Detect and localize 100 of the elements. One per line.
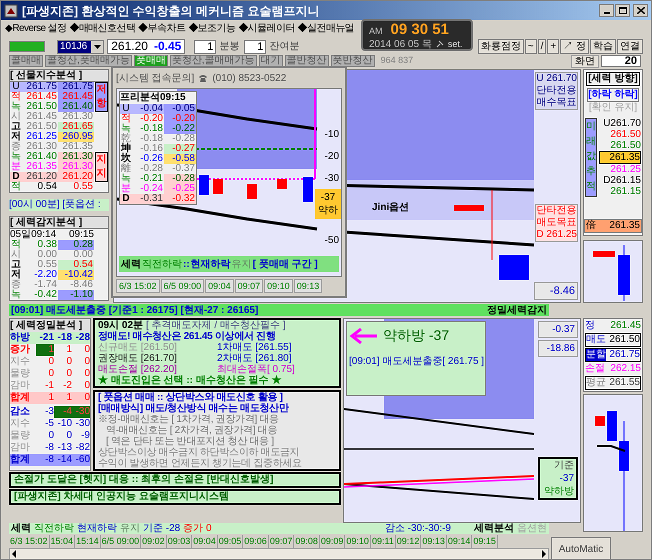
signal-text: [09:01] 매도세분출중 [기준1 : 26175] [현재-27 : 26165]: [11, 304, 258, 318]
toolbar-button[interactable]: ~: [524, 39, 537, 54]
value-cell-text: -30: [74, 418, 90, 430]
value-cell-text: 0: [47, 356, 54, 368]
value-cell-text: 1: [65, 344, 72, 356]
value-cell-text: 1: [65, 392, 72, 404]
price-target: 신규매도 [261.50]: [98, 342, 178, 353]
forecast-value: 261.50: [609, 140, 641, 151]
menu-item[interactable]: ◆부속차트: [138, 24, 186, 34]
candle: [499, 255, 529, 280]
value-cell: -0.32: [164, 194, 196, 204]
header-cell-text: 09:15: [68, 229, 94, 240]
reading-box: -18.86: [538, 340, 578, 357]
clock-time: 09 30 51: [390, 22, 449, 38]
toolbar-button[interactable]: 화룡점정: [478, 39, 524, 54]
mode-button[interactable]: 풋반청산: [330, 55, 375, 67]
row-label: 합계: [10, 454, 31, 466]
footer-text: 현재하락: [77, 523, 117, 534]
maximize-button[interactable]: [615, 4, 630, 17]
value-cell-text: 0: [83, 344, 90, 356]
automatic-button[interactable]: AutoMatic: [551, 537, 611, 559]
row-label: 녹: [10, 152, 22, 162]
toolbar-button[interactable]: ↗ 정: [560, 39, 589, 54]
value-cell-text: -8.46: [69, 280, 94, 290]
mode-button[interactable]: 콜반청산: [284, 55, 329, 67]
value-cell-text: -0.18: [139, 134, 164, 144]
minimize-button[interactable]: [599, 4, 614, 17]
close-button[interactable]: [633, 4, 648, 17]
support-label: 지지: [95, 152, 108, 182]
order-label: 매도: [586, 334, 606, 346]
menu-item[interactable]: ◆Reverse 설정: [5, 24, 66, 34]
interval-field[interactable]: 1: [194, 40, 216, 54]
toolbar-button[interactable]: /: [538, 39, 546, 54]
row-label: 坤: [120, 144, 132, 154]
screen-label: 화면: [571, 54, 599, 68]
mode-button[interactable]: 대기: [258, 55, 283, 67]
toolbar-button[interactable]: +: [547, 39, 560, 54]
row-label: 고: [10, 122, 22, 132]
time-label: 09:13: [294, 279, 322, 293]
menu-item[interactable]: ◆보조기능: [188, 24, 236, 34]
toolbar-button[interactable]: 학습: [590, 39, 616, 54]
candle: [303, 177, 313, 202]
toolbar-button[interactable]: 연결: [617, 39, 643, 54]
order-label: 손절: [585, 363, 605, 375]
value-cell-text: -0.42: [33, 290, 58, 300]
target-label: U 261.70: [536, 73, 577, 85]
row-label: 시: [10, 250, 22, 260]
mode-button[interactable]: 풋청산,콜매매가능: [170, 55, 257, 67]
price-target: 2차매도 [261.80]: [217, 353, 292, 364]
row-label: 합계: [10, 392, 31, 404]
menu-item[interactable]: ◆매매신호선택: [69, 24, 136, 34]
footer-text: 감소 -30:-30:-9: [384, 523, 451, 534]
screen-field[interactable]: 20: [601, 55, 641, 67]
strategy-line: 수익이 발생하면 언제든지 챙기는데 집중하세요: [98, 458, 303, 469]
value-cell: 261.30: [58, 152, 94, 162]
popup-phone: (010) 8523-0522: [212, 72, 286, 86]
entry-signal: [09:01] 매도세분출중[ 261.75 ]: [349, 355, 484, 369]
order-value: 262.15: [610, 363, 641, 375]
clock-set: set.: [448, 38, 462, 50]
value-cell: -0.58: [164, 154, 196, 164]
remain-field[interactable]: 1: [244, 40, 266, 54]
chart-label: 세력분석: [474, 523, 514, 534]
value-cell-text: 261.40: [25, 152, 58, 162]
axis-label: -20: [324, 151, 339, 163]
header-cell-text: -28: [74, 332, 90, 344]
mode-button[interactable]: 콜매매: [9, 55, 43, 67]
legend-label: Jini옵션: [372, 201, 410, 215]
value-cell: 261.30: [58, 162, 94, 172]
row-label: 적: [10, 92, 22, 102]
value-cell-text: -8: [44, 454, 54, 466]
plan-instruction: 정매도! 매수청산은 261.45 이상에서 진행: [98, 331, 277, 342]
row-label: 적: [10, 240, 22, 250]
value-cell: -0.28: [164, 174, 196, 184]
strategy-line: ※정-매매신호는 [ 1차가격, 권장가격] 대응: [98, 414, 280, 425]
menu-item[interactable]: ◆시뮬레이터: [238, 24, 295, 34]
mode-button[interactable]: 콜청산,풋매매가능: [45, 55, 132, 67]
value-cell-text: -2: [62, 380, 72, 392]
value-cell-text: -14: [56, 454, 72, 466]
app-icon: [4, 4, 18, 18]
time-label: 6/5 09:00: [160, 279, 204, 293]
value-cell-text: 0: [47, 430, 54, 442]
value-cell: 261.75: [22, 82, 58, 92]
status-text: [ 풋매매 구간 ]: [252, 258, 318, 272]
scrollbar[interactable]: [9, 548, 549, 559]
value-cell-text: -1: [44, 380, 54, 392]
menu-item[interactable]: ◆실전매뉴얼: [298, 24, 354, 34]
value-cell-text: -0.20: [139, 114, 164, 124]
price-target: 1차매도 [261.55]: [217, 342, 292, 353]
value-cell: 261.75: [58, 82, 94, 92]
row-label: 적: [120, 114, 132, 124]
value-cell-text: -0.16: [139, 144, 164, 154]
header-cell-text: -18: [56, 332, 72, 344]
ticker-bar: [00시 00분] [풋옵션 :: [9, 199, 109, 211]
order-label: 평균: [586, 377, 606, 389]
row-label: 종: [10, 280, 22, 290]
value-cell: -0.22: [164, 124, 196, 134]
code-select[interactable]: 101J6: [57, 40, 104, 54]
value-cell-text: -0.28: [139, 164, 164, 174]
order-label: 정: [585, 320, 595, 332]
candle: [454, 205, 484, 211]
